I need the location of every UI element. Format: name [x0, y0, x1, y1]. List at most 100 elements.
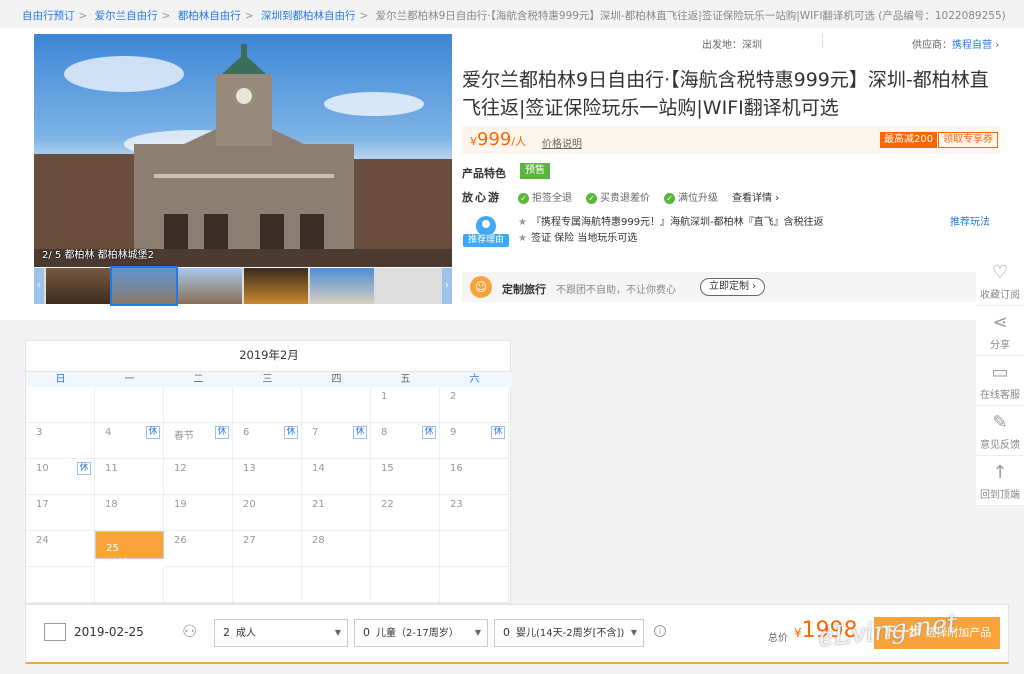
calendar-day[interactable]: 14 — [302, 459, 371, 495]
calendar-day[interactable]: 6休 — [233, 423, 302, 459]
calendar-day[interactable]: 4休 — [95, 423, 164, 459]
holiday-badge: 休 — [77, 462, 91, 475]
check-icon: ✓ — [664, 193, 675, 204]
calendar-day[interactable]: 1 — [371, 387, 440, 423]
custom-travel-bar: ☺ 定制旅行 不跟团不自助，不让你费心 立即定制 › — [462, 272, 1002, 302]
calendar-day[interactable]: 13 — [233, 459, 302, 495]
guarantee-item: ✓ 拒签全退 — [518, 189, 572, 204]
supplier-name[interactable]: 携程自营 — [952, 40, 992, 51]
calendar-day[interactable]: 7休 — [302, 423, 371, 459]
calendar-day[interactable]: 18 — [95, 495, 164, 531]
calendar-day[interactable]: 21 — [302, 495, 371, 531]
adults-select[interactable]: 2 成人 ▼ — [214, 619, 348, 647]
currency-symbol: ¥ — [470, 135, 477, 148]
calendar-day[interactable]: 春节 休 — [164, 423, 233, 459]
calendar-day[interactable]: 9休 — [440, 423, 509, 459]
thumbnail-strip: ‹ › — [34, 266, 452, 306]
thumbnail[interactable] — [46, 268, 110, 304]
calendar-day — [95, 567, 164, 603]
calendar-day[interactable]: 19 — [164, 495, 233, 531]
custom-button[interactable]: 立即定制 › — [700, 278, 766, 296]
selected-date[interactable]: 2019-02-25 — [74, 625, 144, 639]
day-number: 12 — [174, 463, 187, 474]
supplier[interactable]: 供应商：携程自营 › — [912, 36, 999, 51]
day-number: 15 — [381, 463, 394, 474]
share-icon: ⋖ — [992, 312, 1008, 333]
calendar-day[interactable]: 28 — [302, 531, 371, 567]
person-icon: ☺ — [470, 276, 492, 298]
recommend-label: 推荐理由 — [463, 234, 509, 247]
infant-select[interactable]: 0 婴儿(14天-2周岁[不含]) ▼ — [494, 619, 644, 647]
product-summary: 2/ 5 都柏林 都柏林城堡2 ‹ › 出发地：深圳 供应商：携程自营 › 爱尔… — [0, 28, 1024, 320]
breadcrumb: 自由行预订 > 爱尔兰自由行 > 都柏林自由行 > 深圳到都柏林自由行 > 爱尔兰都柏林… — [22, 10, 1006, 22]
thumbnail[interactable] — [178, 268, 242, 304]
calendar-day[interactable]: 15 — [371, 459, 440, 495]
calendar-day — [371, 531, 440, 567]
chevron-down-icon: ▼ — [334, 628, 341, 637]
check-icon: ✓ — [518, 193, 529, 204]
calendar-day[interactable]: 16 — [440, 459, 509, 495]
floating-sidebar: ♡ 收藏订阅 ⋖ 分享 ▭ 在线客服 ✎ 意见反馈 ↑ 回到顶端 — [976, 256, 1024, 506]
day-number: 24 — [36, 535, 49, 546]
calendar-day[interactable]: 22 — [371, 495, 440, 531]
sidebar-item-service[interactable]: ▭ 在线客服 — [976, 356, 1024, 406]
thumb-prev-button[interactable]: ‹ — [34, 268, 44, 304]
recommend-play-link[interactable]: 推荐玩法 — [950, 213, 990, 228]
total-label: 总价 — [768, 633, 788, 644]
price-unit: /人 — [511, 135, 527, 148]
sidebar-item-favorite[interactable]: ♡ 收藏订阅 — [976, 256, 1024, 306]
supplier-label: 供应商： — [912, 40, 952, 51]
photo-caption: 2/ 5 都柏林 都柏林城堡2 — [42, 250, 154, 261]
breadcrumb-link[interactable]: 自由行预订 — [22, 10, 75, 22]
calendar-day[interactable]: 10 休 — [26, 459, 95, 495]
thumbnail[interactable] — [244, 268, 308, 304]
calendar-day[interactable]: 8休 — [371, 423, 440, 459]
calendar-day — [164, 567, 233, 603]
day-number: 4 — [105, 427, 112, 438]
sidebar-item-feedback[interactable]: ✎ 意见反馈 — [976, 406, 1024, 456]
calendar-day — [26, 567, 95, 603]
calendar-day — [233, 567, 302, 603]
calendar-day[interactable]: 27 — [233, 531, 302, 567]
departure-city: 出发地：深圳 — [702, 40, 762, 51]
thumb-next-button[interactable]: › — [442, 268, 452, 304]
thumbnail-active[interactable] — [110, 266, 178, 306]
main-photo[interactable]: 2/ 5 都柏林 都柏林城堡2 — [34, 34, 452, 267]
calendar-day[interactable]: 3 — [26, 423, 95, 459]
breadcrumb-link[interactable]: 深圳到都柏林自由行 — [261, 10, 356, 22]
recommend-line: ★ 签证 保险 当地玩乐可选 — [518, 233, 638, 244]
calendar-day[interactable]: 23 — [440, 495, 509, 531]
coupon-button[interactable]: 领取专享券 — [938, 132, 998, 148]
calendar-day[interactable]: 26 — [164, 531, 233, 567]
holiday-badge: 休 — [215, 426, 229, 439]
calendar-day — [440, 567, 509, 603]
calendar-day-selected[interactable]: 25 ¥999 — [95, 531, 164, 568]
holiday-badge: 休 — [146, 426, 160, 439]
calendar-day[interactable]: 17 — [26, 495, 95, 531]
calendar-day[interactable]: 20 — [233, 495, 302, 531]
calendar-day — [440, 531, 509, 567]
weekday: 四 — [331, 374, 342, 385]
day-number: 3 — [36, 427, 43, 438]
day-number: 26 — [174, 535, 187, 546]
calendar-day — [302, 567, 371, 603]
calendar-day[interactable]: 12 — [164, 459, 233, 495]
price-note-link[interactable]: 价格说明 — [542, 135, 582, 150]
custom-title: 定制旅行 — [502, 283, 546, 296]
chevron-down-icon: ▼ — [474, 628, 481, 637]
breadcrumb-link[interactable]: 都柏林自由行 — [178, 10, 241, 22]
guarantee-detail-link[interactable]: 查看详情 › — [732, 189, 779, 204]
feature-label: 产品特色 — [462, 167, 506, 180]
sidebar-item-share[interactable]: ⋖ 分享 — [976, 306, 1024, 356]
calendar-title: 2019年2月 — [239, 348, 299, 362]
calendar-day[interactable]: 11 — [95, 459, 164, 495]
thumbnail[interactable] — [310, 268, 374, 304]
sidebar-item-top[interactable]: ↑ 回到顶端 — [976, 456, 1024, 506]
holiday-badge: 休 — [491, 426, 505, 439]
info-icon[interactable]: i — [654, 625, 666, 637]
children-select[interactable]: 0 儿童（2-17周岁） ▼ — [354, 619, 488, 647]
calendar-day[interactable]: 24 — [26, 531, 95, 567]
breadcrumb-link[interactable]: 爱尔兰自由行 — [95, 10, 158, 22]
calendar-day[interactable]: 2 — [440, 387, 509, 423]
custom-desc: 不跟团不自助，不让你费心 — [556, 285, 676, 296]
